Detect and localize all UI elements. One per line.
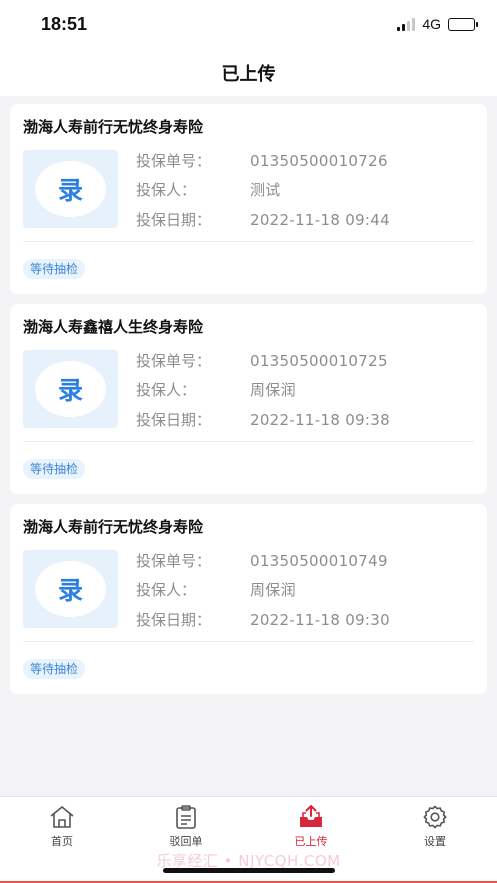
home-indicator[interactable] — [163, 868, 335, 873]
policy-number-value: 01350500010725 — [250, 352, 388, 370]
record-thumbnail: 录 — [23, 150, 118, 228]
status-indicators: 4G — [397, 16, 478, 32]
policy-number-value: 01350500010749 — [250, 552, 388, 570]
card-divider — [23, 241, 474, 242]
applicant-label: 投保人： — [136, 381, 197, 399]
policy-number-row: 投保单号： 01350500010726 — [136, 150, 388, 171]
record-icon: 录 — [35, 361, 106, 417]
nav-bar: 已上传 — [0, 50, 497, 96]
tab-settings[interactable]: 设置 — [395, 805, 475, 849]
policy-number-label: 投保单号： — [136, 352, 212, 370]
date-label: 投保日期： — [136, 211, 212, 229]
tab-home-label: 首页 — [51, 835, 73, 848]
date-row: 投保日期： 2022-11-18 09:44 — [136, 209, 390, 230]
applicant-value: 周保润 — [250, 581, 296, 599]
applicant-label: 投保人： — [136, 581, 197, 599]
record-card[interactable]: 渤海人寿前行无忧终身寿险 录 投保单号： 01350500010749 投保人： 周… — [10, 504, 487, 694]
record-icon-label: 录 — [57, 176, 83, 205]
card-divider — [23, 641, 474, 642]
signal-icon — [397, 17, 416, 31]
record-card[interactable]: 渤海人寿前行无忧终身寿险 录 投保单号： 01350500010726 投保人： 测… — [10, 104, 487, 294]
record-thumbnail: 录 — [23, 350, 118, 428]
date-row: 投保日期： 2022-11-18 09:30 — [136, 609, 390, 630]
date-label: 投保日期： — [136, 411, 212, 429]
record-card[interactable]: 渤海人寿鑫禧人生终身寿险 录 投保单号： 01350500010725 投保人： 周… — [10, 304, 487, 494]
gear-icon — [423, 805, 447, 829]
card-divider — [23, 441, 474, 442]
record-icon-label: 录 — [57, 376, 83, 405]
record-list: 渤海人寿前行无忧终身寿险 录 投保单号： 01350500010726 投保人： 测… — [10, 104, 487, 704]
product-name: 渤海人寿前行无忧终身寿险 — [23, 118, 204, 136]
applicant-label: 投保人： — [136, 181, 197, 199]
applicant-row: 投保人： 周保润 — [136, 579, 296, 600]
policy-number-row: 投保单号： 01350500010725 — [136, 350, 388, 371]
date-value: 2022-11-18 09:44 — [250, 211, 390, 229]
applicant-value: 周保润 — [250, 381, 296, 399]
status-bar: 18:51 4G — [0, 0, 497, 50]
home-icon — [50, 806, 74, 828]
record-icon: 录 — [35, 561, 106, 617]
clipboard-icon — [176, 805, 196, 829]
policy-number-value: 01350500010726 — [250, 152, 388, 170]
record-icon-label: 录 — [57, 576, 83, 605]
policy-number-row: 投保单号： 01350500010749 — [136, 550, 388, 571]
tab-settings-label: 设置 — [424, 835, 446, 848]
status-badge: 等待抽检 — [23, 659, 86, 679]
applicant-value: 测试 — [250, 181, 281, 199]
applicant-row: 投保人： 测试 — [136, 179, 281, 200]
date-label: 投保日期： — [136, 611, 212, 629]
upload-tray-icon — [300, 805, 322, 827]
policy-number-label: 投保单号： — [136, 152, 212, 170]
tab-home[interactable]: 首页 — [22, 805, 102, 849]
applicant-row: 投保人： 周保润 — [136, 379, 296, 400]
date-row: 投保日期： 2022-11-18 09:38 — [136, 409, 390, 430]
page-title: 已上传 — [221, 64, 276, 85]
tab-uploaded-label: 已上传 — [294, 835, 328, 848]
battery-icon — [448, 17, 478, 31]
date-value: 2022-11-18 09:30 — [250, 611, 390, 629]
record-icon: 录 — [35, 161, 106, 217]
product-name: 渤海人寿前行无忧终身寿险 — [23, 518, 204, 536]
status-time: 18:51 — [41, 14, 88, 34]
tab-rejected[interactable]: 驳回单 — [146, 805, 226, 849]
status-badge: 等待抽检 — [23, 259, 86, 279]
status-badge: 等待抽检 — [23, 459, 86, 479]
tab-rejected-label: 驳回单 — [169, 835, 203, 848]
record-thumbnail: 录 — [23, 550, 118, 628]
policy-number-label: 投保单号： — [136, 552, 212, 570]
date-value: 2022-11-18 09:38 — [250, 411, 390, 429]
tab-uploaded[interactable]: 已上传 — [271, 805, 351, 849]
network-type: 4G — [422, 16, 441, 32]
product-name: 渤海人寿鑫禧人生终身寿险 — [23, 318, 204, 336]
